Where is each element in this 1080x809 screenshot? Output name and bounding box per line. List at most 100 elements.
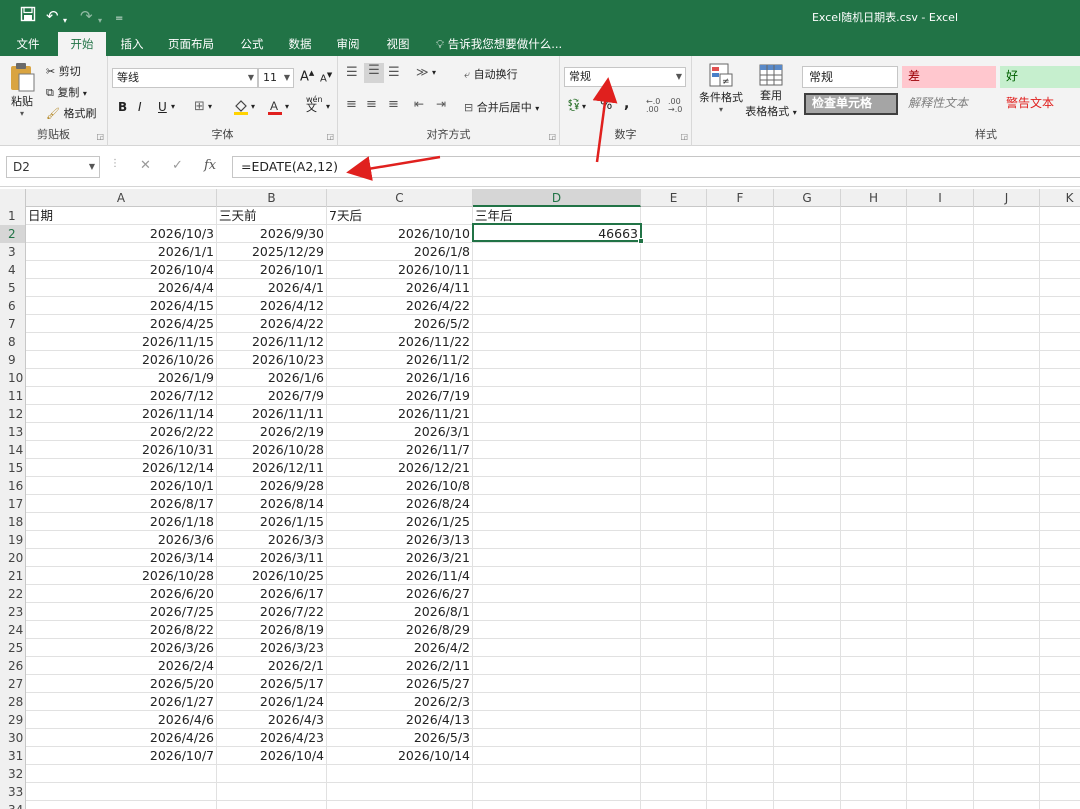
empty-cell[interactable] [774, 495, 841, 513]
empty-cell[interactable] [907, 549, 974, 567]
cell-c[interactable]: 2026/3/13 [327, 531, 473, 549]
cell-a[interactable]: 2026/1/9 [26, 369, 217, 387]
dialog-launcher-icon[interactable]: ◲ [680, 132, 688, 141]
empty-cell[interactable] [841, 495, 907, 513]
accounting-format-icon[interactable]: 💱︎ [566, 98, 581, 112]
cell-d[interactable] [473, 261, 641, 279]
row-header[interactable]: 22 [0, 585, 26, 603]
empty-cell[interactable] [641, 333, 707, 351]
copy-button[interactable]: ⧉ 复制 ▾ [46, 84, 87, 100]
empty-cell[interactable] [1040, 441, 1080, 459]
row-header[interactable]: 7 [0, 315, 26, 333]
cell-c[interactable] [327, 783, 473, 801]
empty-cell[interactable] [974, 423, 1040, 441]
empty-cell[interactable] [841, 801, 907, 809]
empty-cell[interactable] [974, 207, 1040, 225]
cell-d[interactable] [473, 459, 641, 477]
underline-button[interactable]: U [158, 100, 167, 114]
empty-cell[interactable] [707, 315, 774, 333]
cell-d[interactable] [473, 477, 641, 495]
font-name-combo[interactable]: 等线 ▼ [112, 68, 258, 88]
cell-d[interactable] [473, 243, 641, 261]
shrink-font-button[interactable]: A▼ [320, 71, 332, 84]
cancel-icon[interactable]: ✕ [140, 158, 151, 173]
increase-decimal-icon[interactable]: ←.0.00 [646, 98, 660, 114]
empty-cell[interactable] [774, 279, 841, 297]
cell-a[interactable]: 2026/4/26 [26, 729, 217, 747]
empty-cell[interactable] [1040, 531, 1080, 549]
empty-cell[interactable] [641, 747, 707, 765]
column-header-f[interactable]: F [707, 189, 774, 207]
paste-button[interactable]: 粘贴 ▾ [8, 62, 36, 118]
empty-cell[interactable] [774, 405, 841, 423]
empty-cell[interactable] [907, 279, 974, 297]
orientation-dropdown-icon[interactable]: ▾ [432, 68, 436, 77]
cell-d[interactable] [473, 585, 641, 603]
empty-cell[interactable] [1040, 783, 1080, 801]
cell-d[interactable] [473, 297, 641, 315]
empty-cell[interactable] [974, 351, 1040, 369]
cell-d[interactable] [473, 279, 641, 297]
row-header[interactable]: 1 [0, 207, 26, 225]
percent-style-button[interactable]: % [600, 98, 612, 113]
empty-cell[interactable] [707, 459, 774, 477]
cell-a[interactable]: 2026/10/26 [26, 351, 217, 369]
cell-d[interactable] [473, 387, 641, 405]
cell-d[interactable] [473, 603, 641, 621]
empty-cell[interactable] [707, 729, 774, 747]
cell-a[interactable]: 2026/1/1 [26, 243, 217, 261]
cell-c[interactable]: 2026/4/22 [327, 297, 473, 315]
cell-c[interactable]: 2026/8/1 [327, 603, 473, 621]
empty-cell[interactable] [707, 495, 774, 513]
cell-d[interactable] [473, 657, 641, 675]
empty-cell[interactable] [1040, 387, 1080, 405]
insert-function-icon[interactable]: fx [204, 158, 216, 173]
empty-cell[interactable] [974, 495, 1040, 513]
empty-cell[interactable] [907, 351, 974, 369]
row-header[interactable]: 16 [0, 477, 26, 495]
cell-c[interactable]: 2026/10/11 [327, 261, 473, 279]
customize-toolbar-icon[interactable]: = [115, 9, 123, 29]
cell-b[interactable]: 2026/10/25 [217, 567, 327, 585]
empty-cell[interactable] [1040, 207, 1080, 225]
cell-b[interactable]: 2026/10/28 [217, 441, 327, 459]
empty-cell[interactable] [774, 477, 841, 495]
empty-cell[interactable] [1040, 297, 1080, 315]
empty-cell[interactable] [707, 279, 774, 297]
empty-cell[interactable] [774, 711, 841, 729]
phonetic-dropdown-icon[interactable]: ▾ [326, 102, 330, 111]
empty-cell[interactable] [1040, 693, 1080, 711]
cell-a[interactable]: 2026/2/4 [26, 657, 217, 675]
empty-cell[interactable] [641, 387, 707, 405]
cell-b[interactable]: 2026/11/11 [217, 405, 327, 423]
empty-cell[interactable] [841, 675, 907, 693]
empty-cell[interactable] [1040, 261, 1080, 279]
number-format-combo[interactable]: 常规 ▼ [564, 67, 686, 87]
row-header[interactable]: 6 [0, 297, 26, 315]
empty-cell[interactable] [974, 765, 1040, 783]
column-header-g[interactable]: G [774, 189, 841, 207]
cell-b[interactable]: 2026/3/3 [217, 531, 327, 549]
empty-cell[interactable] [974, 693, 1040, 711]
empty-cell[interactable] [774, 459, 841, 477]
empty-cell[interactable] [974, 675, 1040, 693]
empty-cell[interactable] [774, 783, 841, 801]
empty-cell[interactable] [907, 585, 974, 603]
cell-c[interactable]: 2026/10/14 [327, 747, 473, 765]
empty-cell[interactable] [774, 639, 841, 657]
empty-cell[interactable] [841, 783, 907, 801]
dialog-launcher-icon[interactable]: ◲ [96, 132, 104, 141]
name-box[interactable]: D2 ▼ [6, 156, 100, 178]
empty-cell[interactable] [907, 297, 974, 315]
cell-b[interactable]: 2026/5/17 [217, 675, 327, 693]
cell-d[interactable] [473, 801, 641, 809]
grow-font-button[interactable]: A▲ [300, 69, 314, 84]
cell-c[interactable]: 2026/8/29 [327, 621, 473, 639]
empty-cell[interactable] [974, 585, 1040, 603]
empty-cell[interactable] [907, 225, 974, 243]
cell-a[interactable]: 2026/3/26 [26, 639, 217, 657]
empty-cell[interactable] [707, 441, 774, 459]
cell-a[interactable]: 2026/7/25 [26, 603, 217, 621]
cell-b[interactable]: 2026/2/1 [217, 657, 327, 675]
empty-cell[interactable] [1040, 405, 1080, 423]
